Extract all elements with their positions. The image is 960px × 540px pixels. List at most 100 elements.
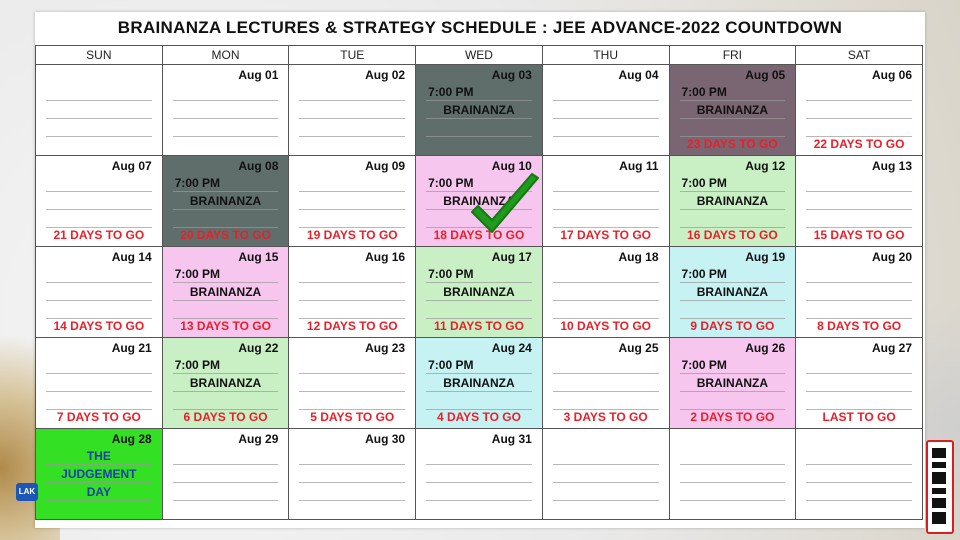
countdown-label: 17 DAYS TO GO: [560, 228, 652, 242]
day-header-row: SUN MON TUE WED THU FRI SAT: [35, 45, 923, 65]
cell-date: Aug 09: [365, 159, 406, 173]
calendar-cell-aug-13: Aug 13 15 DAYS TO GO: [795, 155, 923, 247]
countdown-label: 16 DAYS TO GO: [687, 228, 778, 242]
calendar-cell-aug-05: Aug 05 7:00 PM BRAINANZA 23 DAYS TO GO: [668, 64, 797, 156]
day-header-thu: THU: [541, 45, 670, 65]
countdown-label: 7 DAYS TO GO: [56, 410, 141, 424]
event-time: 7:00 PM: [174, 267, 221, 281]
cell-date: Aug 28: [111, 432, 152, 446]
cell-date: Aug 14: [111, 250, 152, 264]
ruled-lines: [299, 447, 406, 511]
event-label: BRAINANZA: [443, 103, 515, 117]
calendar-cell-aug-08: Aug 08 7:00 PM BRAINANZA 20 DAYS TO GO: [161, 155, 290, 247]
cell-date: Aug 18: [618, 250, 659, 264]
countdown-label: 23 DAYS TO GO: [687, 137, 778, 151]
calendar-cell-aug-14: Aug 14 14 DAYS TO GO: [35, 246, 163, 338]
calendar-cell-aug-19: Aug 19 7:00 PM BRAINANZA 9 DAYS TO GO: [668, 246, 797, 338]
event-label: BRAINANZA: [443, 194, 515, 208]
week-row: Aug 14 14 DAYS TO GO Aug 15 7:00 PM BRAINANZ…: [35, 246, 923, 338]
calendar-cell-aug-22: Aug 22 7:00 PM BRAINANZA 6 DAYS TO GO: [161, 337, 290, 429]
countdown-label: 8 DAYS TO GO: [817, 319, 902, 333]
event-time: 7:00 PM: [681, 176, 727, 190]
judgement-day-line: JUDGEMENT: [61, 467, 137, 481]
countdown-label: 19 DAYS TO GO: [306, 228, 398, 242]
judgement-day-line: THE: [86, 449, 111, 463]
calendar-cell-aug-17: Aug 17 7:00 PM BRAINANZA 11 DAYS TO GO: [415, 246, 543, 338]
week-row: Aug 21 7 DAYS TO GO Aug 22 7:00 PM BRAINANZA…: [35, 337, 923, 429]
schedule-sheet: BRAINANZA LECTURES & STRATEGY SCHEDULE :…: [35, 12, 925, 528]
cell-date: Aug 31: [491, 432, 532, 446]
ruled-lines: [172, 447, 279, 511]
calendar-cell-aug-15: Aug 15 7:00 PM BRAINANZA 13 DAYS TO GO: [161, 246, 290, 338]
cell-date: Aug 07: [111, 159, 152, 173]
cell-date: Aug 01: [238, 68, 279, 82]
event-label: BRAINANZA: [189, 194, 262, 208]
cell-date: Aug 25: [618, 341, 659, 355]
calendar-cell-aug-29: Aug 29: [161, 428, 290, 520]
day-header-fri: FRI: [668, 45, 797, 65]
calendar-cell-aug-02: Aug 02: [288, 64, 417, 156]
event-time: 7:00 PM: [174, 176, 221, 190]
ruled-lines: [552, 447, 659, 511]
ruled-lines: [806, 447, 912, 511]
calendar-cell-aug-06: Aug 06 22 DAYS TO GO: [795, 64, 923, 156]
calendar-cell-aug-16: Aug 16 12 DAYS TO GO: [288, 246, 417, 338]
event-time: 7:00 PM: [681, 358, 727, 372]
countdown-label: 22 DAYS TO GO: [813, 137, 905, 151]
day-header-sun: SUN: [35, 45, 163, 65]
calendar-cell-aug-01: Aug 01: [161, 64, 290, 156]
ruled-lines: [299, 83, 406, 147]
event-label: BRAINANZA: [696, 194, 769, 208]
countdown-label: 20 DAYS TO GO: [180, 228, 271, 242]
countdown-label: 10 DAYS TO GO: [560, 319, 652, 333]
calendar-cell-aug-30: Aug 30: [288, 428, 417, 520]
event-label: BRAINANZA: [696, 376, 769, 390]
countdown-label: 5 DAYS TO GO: [310, 410, 395, 424]
countdown-label: 21 DAYS TO GO: [53, 228, 145, 242]
calendar-cell-aug-20: Aug 20 8 DAYS TO GO: [795, 246, 923, 338]
calendar-cell-aug-31: Aug 31: [415, 428, 543, 520]
ruled-lines: [46, 83, 152, 147]
event-time: 7:00 PM: [428, 358, 474, 372]
cell-date: Aug 27: [871, 341, 912, 355]
calendar-grid: SUN MON TUE WED THU FRI SAT Aug 01 Aug 02 Aug 03…: [35, 45, 923, 520]
countdown-label: 11 DAYS TO GO: [433, 319, 524, 333]
cell-date: Aug 05: [745, 68, 786, 82]
event-time: 7:00 PM: [681, 267, 727, 281]
day-header-sat: SAT: [795, 45, 923, 65]
page-title: BRAINANZA LECTURES & STRATEGY SCHEDULE :…: [117, 18, 843, 37]
calendar-cell-aug-09: Aug 09 19 DAYS TO GO: [288, 155, 417, 247]
cell-date: Aug 11: [619, 159, 659, 173]
countdown-label: 9 DAYS TO GO: [690, 319, 775, 333]
week-row: Aug 28 THE JUDGEMENT DAY Aug 29 Aug 30 Aug 31: [35, 428, 923, 520]
calendar-cell-aug-27: Aug 27 LAST TO GO: [795, 337, 923, 429]
countdown-label: 2 DAYS TO GO: [690, 410, 775, 424]
countdown-label: 4 DAYS TO GO: [436, 410, 521, 424]
calendar-cell-aug-11: Aug 11 17 DAYS TO GO: [541, 155, 670, 247]
ruled-lines: [679, 447, 786, 511]
calendar-cell-aug-24: Aug 24 7:00 PM BRAINANZA 4 DAYS TO GO: [415, 337, 543, 429]
cell-date: Aug 13: [871, 159, 912, 173]
cell-date: Aug 17: [491, 250, 532, 264]
calendar-cell-empty: [795, 428, 923, 520]
cell-date: Aug 16: [365, 250, 406, 264]
calendar-cell-empty: [35, 64, 163, 156]
calendar-cell-aug-10: Aug 10 7:00 PM BRAINANZA 18 DAYS TO GO: [415, 155, 543, 247]
ruled-lines: [552, 83, 659, 147]
calendar-body: Aug 01 Aug 02 Aug 03 7:00 PM BRAINANZA Aug 04…: [35, 64, 923, 520]
calendar-cell-empty: [668, 428, 797, 520]
judgement-day-line: DAY: [86, 485, 111, 499]
day-header-tue: TUE: [288, 45, 417, 65]
cell-date: Aug 23: [365, 341, 406, 355]
cell-date: Aug 02: [365, 68, 406, 82]
calendar-cell-aug-18: Aug 18 10 DAYS TO GO: [541, 246, 670, 338]
day-header-mon: MON: [161, 45, 290, 65]
cell-date: Aug 30: [365, 432, 406, 446]
event-label: BRAINANZA: [696, 103, 769, 117]
cell-date: Aug 15: [238, 250, 279, 264]
event-time: 7:00 PM: [174, 358, 221, 372]
calendar-cell-aug-12: Aug 12 7:00 PM BRAINANZA 16 DAYS TO GO: [668, 155, 797, 247]
cell-date: Aug 26: [745, 341, 786, 355]
cell-date: Aug 21: [111, 341, 152, 355]
countdown-label: 6 DAYS TO GO: [183, 410, 268, 424]
